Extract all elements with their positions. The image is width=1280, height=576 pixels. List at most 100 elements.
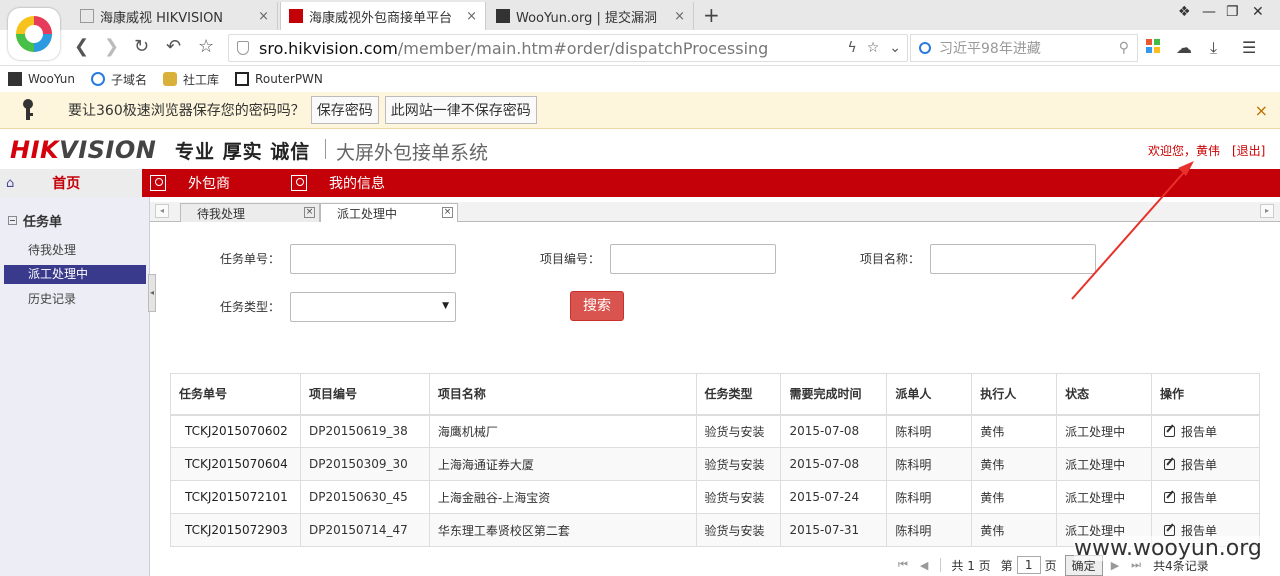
- browser-tab[interactable]: WooYun.org | 提交漏洞 ×: [488, 2, 694, 30]
- sidebar-group-label: 任务单: [23, 215, 63, 230]
- search-placeholder: 习近平98年进藏: [939, 41, 1041, 57]
- skin-icon[interactable]: ❖: [1178, 4, 1191, 20]
- wooyun-icon: [8, 72, 22, 86]
- column-header[interactable]: 状态: [1056, 373, 1152, 416]
- bookmark-wooyun[interactable]: WooYun: [8, 72, 75, 86]
- column-header[interactable]: 派单人: [886, 373, 973, 416]
- tab-pending[interactable]: 待我处理 ×: [180, 203, 320, 222]
- bookmark-subdomain[interactable]: 子域名: [91, 71, 147, 88]
- new-tab-button[interactable]: +: [703, 3, 720, 27]
- close-icon[interactable]: ×: [258, 9, 269, 24]
- project-no-cell: DP20150619_38: [299, 414, 430, 448]
- column-header[interactable]: 任务单号: [170, 373, 301, 416]
- menu-icon[interactable]: ☰: [1242, 38, 1256, 57]
- search-button[interactable]: 搜索: [570, 291, 624, 321]
- task-no-input[interactable]: [290, 244, 456, 274]
- prev-page-icon[interactable]: ◀: [920, 559, 928, 572]
- logout-link[interactable]: [退出]: [1232, 142, 1265, 159]
- executor-cell: 黄伟: [971, 480, 1058, 514]
- project-no-cell: DP20150714_47: [299, 513, 430, 547]
- maximize-icon[interactable]: ❐: [1226, 4, 1239, 20]
- bookmark-routerpwn[interactable]: RouterPWN: [235, 72, 323, 86]
- dropdown-icon[interactable]: ⌄: [889, 40, 901, 56]
- address-bar[interactable]: sro.hikvision.com /member/main.htm#order…: [228, 34, 908, 62]
- bookmark-star-icon[interactable]: ☆: [867, 40, 880, 56]
- browser-tab[interactable]: 海康威视 HIKVISION ×: [72, 2, 278, 30]
- tab-scroll-left-icon[interactable]: ◂: [155, 204, 169, 218]
- sidebar-item-pending[interactable]: 待我处理: [4, 241, 146, 260]
- reload-icon[interactable]: ↻: [134, 36, 149, 57]
- close-icon[interactable]: ×: [1255, 101, 1268, 120]
- task-type-select[interactable]: ▼: [290, 292, 456, 322]
- tab-title: 海康威视 HIKVISION: [100, 10, 224, 26]
- table-row[interactable]: TCKJ2015070604 DP20150309_30 上海海通证券大厦 验货…: [170, 447, 1260, 481]
- column-header[interactable]: 需要完成时间: [780, 373, 888, 416]
- download-icon[interactable]: ⤓: [1210, 38, 1217, 58]
- task-no-cell: TCKJ2015070602: [170, 414, 301, 448]
- column-header[interactable]: 项目名称: [428, 373, 697, 416]
- column-header[interactable]: 项目编号: [299, 373, 430, 416]
- table-row[interactable]: TCKJ2015070602 DP20150619_38 海鹰机械厂 验货与安装…: [170, 414, 1260, 448]
- report-link[interactable]: 报告单: [1160, 489, 1259, 506]
- browser-tab-strip: 海康威视 HIKVISION × 海康威视外包商接单平台 × WooYun.or…: [0, 0, 1280, 60]
- content-tab-strip: ◂ 待我处理 × 派工处理中 × ▸: [150, 202, 1280, 222]
- save-password-button[interactable]: 保存密码: [310, 96, 379, 124]
- tab-dispatch[interactable]: 派工处理中 ×: [320, 203, 458, 222]
- close-window-icon[interactable]: ✕: [1252, 4, 1264, 20]
- page-icon: [80, 9, 94, 23]
- url-host: sro.hikvision.com: [259, 38, 398, 58]
- undo-icon[interactable]: ↶: [166, 36, 181, 57]
- status-cell: 派工处理中: [1056, 447, 1152, 481]
- close-icon[interactable]: ×: [442, 207, 453, 218]
- column-header[interactable]: 任务类型: [695, 373, 782, 416]
- sidebar-collapse-handle[interactable]: ◂: [148, 274, 156, 312]
- cloud-icon[interactable]: ☁: [1176, 38, 1192, 57]
- project-no-input[interactable]: [610, 244, 776, 274]
- forward-icon[interactable]: ❯: [104, 36, 119, 57]
- first-page-icon[interactable]: ⏮: [898, 558, 908, 572]
- table-header-row: 任务单号 项目编号 项目名称 任务类型 需要完成时间 派单人 执行人 状态 操作: [170, 373, 1260, 416]
- browser-logo-icon[interactable]: [8, 8, 60, 60]
- star-icon[interactable]: ☆: [198, 36, 214, 57]
- report-link[interactable]: 报告单: [1160, 456, 1259, 473]
- close-icon[interactable]: ×: [674, 9, 685, 24]
- project-name-input[interactable]: [930, 244, 1096, 274]
- report-link[interactable]: 报告单: [1160, 423, 1259, 440]
- browser-tab-active[interactable]: 海康威视外包商接单平台 ×: [280, 2, 486, 30]
- bookmark-social-db[interactable]: 社工库: [163, 71, 219, 88]
- key-icon: [163, 72, 178, 86]
- page-number-input[interactable]: 1: [1016, 556, 1041, 574]
- back-icon[interactable]: ❮: [74, 36, 89, 57]
- system-title: 大屏外包接单系统: [336, 142, 489, 164]
- task-type-cell: 验货与安装: [695, 513, 782, 547]
- search-icon[interactable]: ⚲: [1119, 40, 1129, 56]
- tab-scroll-right-icon[interactable]: ▸: [1260, 204, 1274, 218]
- sidebar-item-dispatch[interactable]: 派工处理中: [4, 265, 146, 284]
- apps-grid-icon[interactable]: [1146, 38, 1160, 57]
- search-input[interactable]: 习近平98年进藏 ⚲: [910, 34, 1138, 62]
- page-suffix: 页: [1044, 558, 1057, 573]
- menu-item-contractor[interactable]: 外包商: [150, 173, 230, 193]
- bookmark-label: 子域名: [111, 72, 148, 87]
- menu-item-my-info[interactable]: 我的信息: [291, 173, 385, 193]
- minimize-icon[interactable]: —: [1202, 4, 1216, 20]
- lightning-icon[interactable]: ϟ: [847, 40, 856, 56]
- menu-item-label: 外包商: [188, 176, 230, 192]
- menu-item-label: 我的信息: [329, 176, 385, 192]
- header-divider: [325, 139, 326, 159]
- collapse-icon: [8, 216, 17, 225]
- never-save-password-button[interactable]: 此网站一律不保存密码: [384, 96, 537, 124]
- table-row[interactable]: TCKJ2015072101 DP20150630_45 上海金融谷-上海宝资 …: [170, 480, 1260, 514]
- close-icon[interactable]: ×: [466, 9, 477, 24]
- chevron-down-icon: ▼: [442, 301, 449, 311]
- sidebar-item-history[interactable]: 历史记录: [4, 290, 146, 309]
- url-path: /member/main.htm#order/dispatchProcessin…: [397, 38, 769, 58]
- menu-home[interactable]: ⌂ 首页: [0, 169, 142, 197]
- project-no-cell: DP20150630_45: [299, 480, 430, 514]
- sidebar-group-task[interactable]: 任务单: [8, 211, 62, 230]
- close-icon[interactable]: ×: [304, 207, 315, 218]
- column-header[interactable]: 执行人: [971, 373, 1058, 416]
- dispatcher-cell: 陈科明: [886, 480, 973, 514]
- house-icon: [235, 72, 250, 86]
- page-header: HIKVISION 专业 厚实 诚信 大屏外包接单系统 欢迎您，黄伟 [退出]: [0, 129, 1280, 169]
